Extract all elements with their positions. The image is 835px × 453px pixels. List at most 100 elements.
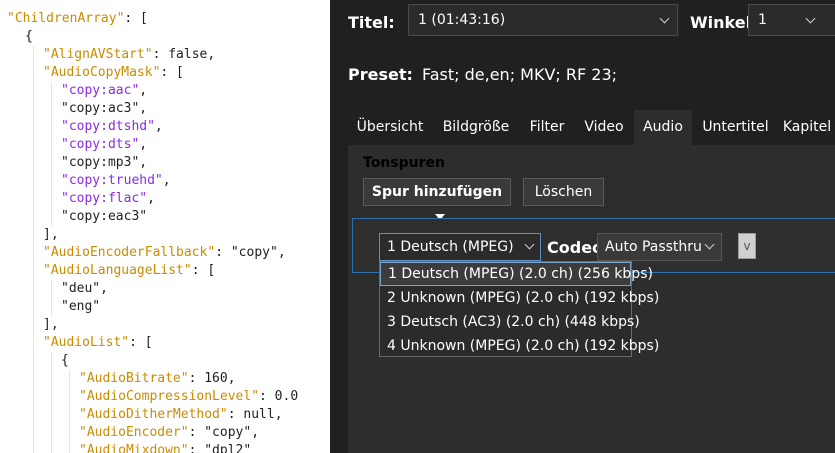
code-token: ,: [100, 281, 108, 296]
code-line: "AudioMixdown": "dpl2": [0, 442, 330, 453]
title-select[interactable]: 1 (01:43:16): [408, 4, 678, 36]
code-token: {: [61, 353, 69, 368]
indent-guide: [33, 64, 34, 82]
indent-guide: [51, 442, 52, 453]
code-line: "AudioDitherMethod": null,: [0, 406, 330, 424]
indent-guide: [33, 208, 34, 226]
json-code-view[interactable]: "ChildrenArray": [{"AlignAVStart": false…: [0, 0, 330, 453]
angle-select[interactable]: 1: [748, 4, 835, 36]
delete-button[interactable]: Löschen: [523, 178, 604, 206]
code-line: "copy:eac3": [0, 208, 330, 226]
code-token: : [: [160, 65, 184, 80]
code-token: : [: [124, 11, 148, 26]
code-line: "AlignAVStart": false,: [0, 46, 330, 64]
code-token: false: [168, 47, 208, 62]
indent-guide: [33, 100, 34, 118]
add-track-button[interactable]: Spur hinzufügen: [363, 178, 511, 220]
indent-guide: [33, 388, 34, 406]
title-select-value: 1 (01:43:16): [418, 12, 506, 28]
code-token: ,: [139, 83, 148, 98]
indent-guide: [69, 388, 70, 406]
tab-2[interactable]: Bildgröße: [432, 110, 520, 145]
tab-6[interactable]: Untertitel: [692, 110, 779, 145]
track-option[interactable]: 1 Deutsch (MPEG) (2.0 ch) (256 kbps): [380, 262, 653, 286]
code-line-text: "copy:ac3",: [61, 100, 147, 118]
preset-value: Fast; de,en; MKV; RF 23;: [422, 65, 618, 84]
code-line: "AudioCompressionLevel": 0.0: [0, 388, 330, 406]
codec-select[interactable]: Auto Passthru: [597, 233, 722, 261]
option-box[interactable]: v: [738, 233, 756, 259]
indent-guide: [33, 46, 34, 64]
code-line-text: "AudioLanguageList": [: [43, 262, 215, 280]
code-token: "AudioEncoder": [79, 425, 189, 440]
code-token: "copy:ac3": [61, 101, 140, 116]
chevron-down-icon: [524, 239, 535, 250]
delete-label: Löschen: [534, 184, 593, 200]
indent-guide: [51, 208, 52, 226]
tab-3[interactable]: Filter: [520, 110, 574, 145]
codec-label: Codec: [547, 238, 602, 257]
indent-guide: [33, 244, 34, 262]
track-option[interactable]: 2 Unknown (MPEG) (2.0 ch) (192 kbps): [380, 286, 659, 310]
code-token: :: [188, 425, 205, 440]
code-token: "AudioMixdown": [79, 443, 189, 453]
code-line-text: ],: [43, 226, 59, 244]
track-option[interactable]: 3 Deutsch (AC3) (2.0 ch) (448 kbps): [380, 310, 640, 334]
indent-guide: [51, 136, 52, 154]
code-line-text: "copy:eac3": [61, 208, 147, 226]
indent-guide: [51, 82, 52, 100]
code-token: null: [243, 407, 275, 422]
code-line: "AudioList": [: [0, 334, 330, 352]
code-token: "copy:flac": [61, 191, 148, 206]
tab-1[interactable]: Übersicht: [348, 110, 432, 145]
code-token: ,: [162, 173, 171, 188]
code-line: "copy:mp3",: [0, 154, 330, 172]
code-token: "AudioList": [43, 335, 130, 350]
indent-guide: [33, 316, 34, 334]
source-track-select[interactable]: 1 Deutsch (MPEG) (2.0 ch) (256 kbps): [379, 233, 541, 261]
code-line-text: "copy:dtshd",: [61, 118, 163, 136]
indent-guide: [51, 100, 52, 118]
code-token: :: [188, 371, 205, 386]
code-line: ],: [0, 226, 330, 244]
indent-guide: [33, 298, 34, 316]
code-line: "copy:dts",: [0, 136, 330, 154]
code-token: : [: [191, 263, 216, 278]
indent-guide: [33, 352, 34, 370]
code-line-text: "copy:aac",: [61, 82, 147, 100]
indent-guide: [69, 442, 70, 453]
code-line: "AudioLanguageList": [: [0, 262, 330, 280]
tab-4[interactable]: Video: [574, 110, 634, 145]
code-token: ,: [139, 155, 148, 170]
code-line-text: "AudioMixdown": "dpl2": [79, 442, 251, 453]
add-track-label: Spur hinzufügen: [371, 184, 503, 200]
code-lines: "ChildrenArray": [{"AlignAVStart": false…: [0, 10, 330, 453]
indent-guide: [33, 118, 34, 136]
indent-guide: [51, 190, 52, 208]
chevron-down-icon: [805, 13, 816, 24]
code-token: ,: [154, 119, 163, 134]
tab-7[interactable]: Kapitel: [779, 110, 835, 145]
codec-select-value: Auto Passthru: [605, 239, 702, 255]
code-line-text: "AudioEncoder": "copy",: [79, 424, 259, 442]
indent-guide: [51, 154, 52, 172]
indent-guide: [51, 406, 52, 424]
code-token: "AudioCompressionLevel": [79, 389, 260, 404]
code-token: "AudioDitherMethod": [79, 407, 228, 422]
code-line-text: "copy:dts",: [61, 136, 147, 154]
code-token: :: [227, 407, 244, 422]
indent-guide: [33, 190, 34, 208]
code-line-text: "AudioEncoderFallback": "copy",: [43, 244, 286, 262]
tab-bar: Übersicht Bildgröße Filter Video Audio Untert…: [348, 110, 835, 145]
code-line-text: {: [61, 352, 69, 370]
code-token: ],: [43, 317, 59, 332]
tab-5[interactable]: Audio: [634, 110, 692, 145]
code-token: {: [25, 29, 33, 44]
code-line: "AudioBitrate": 160,: [0, 370, 330, 388]
code-token: 0.0: [274, 389, 299, 404]
source-track-dropdown: 1 Deutsch (MPEG) (2.0 ch) (256 kbps) 2 Un…: [379, 261, 659, 358]
code-token: ,: [207, 47, 216, 62]
track-option[interactable]: 4 Unknown (MPEG) (2.0 ch) (192 kbps): [380, 334, 659, 358]
code-token: "dpl2": [204, 443, 252, 453]
code-line: "deu",: [0, 280, 330, 298]
